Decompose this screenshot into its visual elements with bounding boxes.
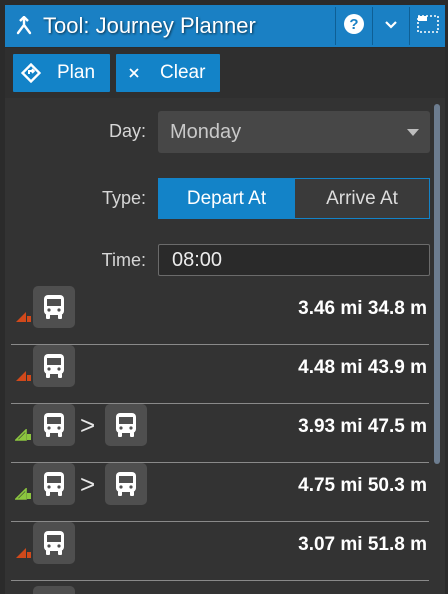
arrive-at-option[interactable]: Arrive At [294,178,430,219]
plan-label: Plan [57,62,96,83]
journey-distance-duration: 3.93 mi 47.5 m [298,416,427,437]
quality-good-icon [14,487,33,505]
undock-icon [416,13,440,40]
leg-separator: > [80,410,96,440]
day-select[interactable]: Monday [158,111,430,153]
day-label: Day: [108,121,146,141]
leg-separator: > [80,469,96,499]
journey-result-row[interactable]: 4.48 mi 43.9 m [11,345,429,404]
plan-button[interactable]: Plan [13,54,110,92]
svg-text:?: ? [349,16,358,33]
bus-icon [33,522,75,564]
bus-icon [33,404,75,446]
scrollbar-thumb[interactable] [434,104,440,464]
journey-distance-duration: 3.46 mi 34.8 m [298,298,427,319]
close-icon [116,66,152,80]
type-label: Type: [101,188,146,208]
journey-distance-duration: 3.07 mi 51.8 m [298,534,427,555]
undock-button[interactable] [409,7,445,45]
chevron-down-icon [384,17,398,35]
bus-icon [105,463,147,505]
depart-at-option[interactable]: Depart At [158,178,295,219]
directions-icon [13,63,49,83]
time-input[interactable]: 08:00 [158,244,430,276]
bus-icon [33,345,75,387]
journey-distance-duration: 4.75 mi 50.3 m [298,475,427,496]
quality-good-icon [14,428,33,446]
bus-icon [33,463,75,505]
collapse-button[interactable] [372,7,409,45]
toolbar: Plan Clear [5,48,445,98]
chevron-down-icon [407,129,419,136]
bus-icon [33,286,75,328]
clear-button[interactable]: Clear [116,54,220,92]
journey-result-row[interactable]: > 4.75 mi 50.3 m [11,463,429,522]
journey-result-row[interactable]: 3.46 mi 34.8 m [11,286,429,345]
window-title: Tool: Journey Planner [43,13,256,38]
quality-poor-icon [15,369,33,387]
journey-result-row[interactable]: > 3.93 mi 47.5 m [11,404,429,463]
bus-icon [105,404,147,446]
journey-distance-duration: 4.48 mi 43.9 m [298,357,427,378]
help-button[interactable]: ? [335,7,372,45]
quality-poor-icon [15,310,33,328]
help-icon: ? [343,13,365,40]
quality-poor-icon [15,546,33,564]
journey-planner-panel: Day: Monday Type: Depart At Arrive At Ti… [5,98,445,594]
window-titlebar: Tool: Journey Planner ? [5,5,445,47]
merge-arrow-icon [5,5,43,47]
day-select-value: Monday [170,120,242,143]
journey-result-row[interactable]: 3.07 mi 51.8 m [11,522,429,581]
bus-icon [33,586,75,594]
time-label: Time: [101,250,146,270]
clear-label: Clear [160,62,206,83]
